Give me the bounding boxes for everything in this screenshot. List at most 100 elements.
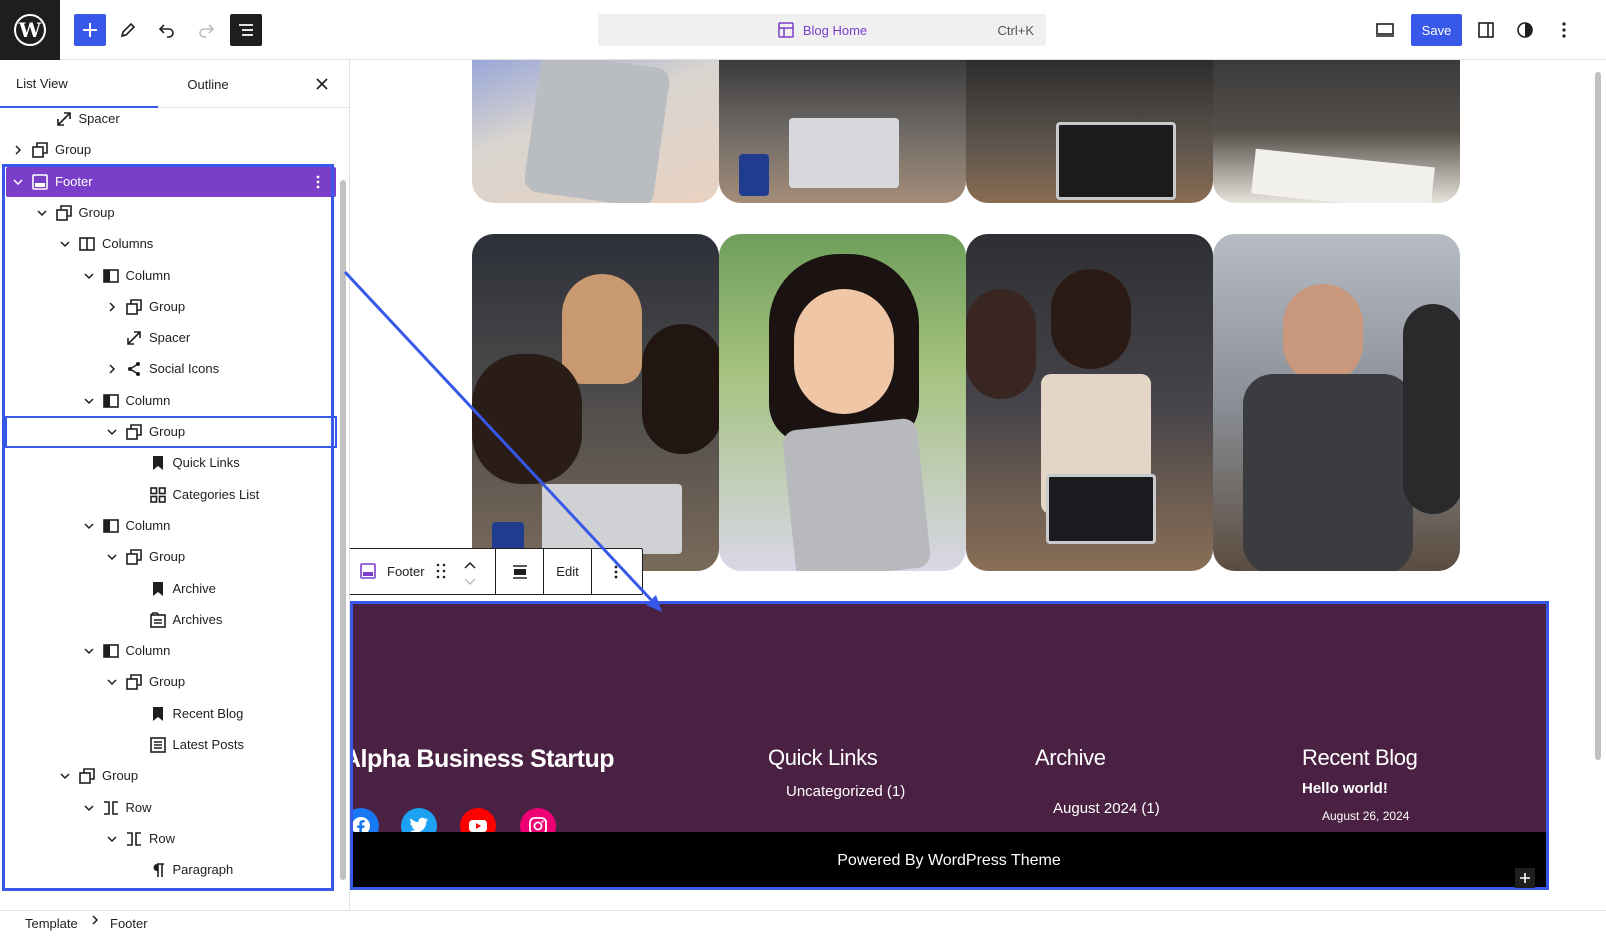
- list-view-item[interactable]: Group: [6, 135, 336, 165]
- close-panel-button[interactable]: [310, 72, 334, 96]
- gallery-image[interactable]: [966, 234, 1213, 571]
- list-view-item[interactable]: Categories List: [6, 480, 336, 510]
- align-button[interactable]: [496, 549, 544, 594]
- list-view-item[interactable]: Group: [6, 292, 336, 322]
- template-part-icon[interactable]: [359, 562, 377, 585]
- chevron-down-icon[interactable]: [106, 426, 118, 438]
- archive-link[interactable]: August 2024 (1): [1053, 800, 1160, 817]
- settings-sidebar-button[interactable]: [1470, 14, 1502, 46]
- recent-post-link[interactable]: Hello world!: [1302, 780, 1388, 797]
- list-view-item[interactable]: Column: [6, 511, 336, 541]
- list-view-item[interactable]: Recent Blog: [6, 699, 336, 729]
- block-options-button[interactable]: [592, 549, 640, 594]
- recent-blog-heading[interactable]: Recent Blog: [1302, 745, 1418, 771]
- list-view-item[interactable]: Archives: [6, 605, 336, 635]
- chevron-down-icon[interactable]: [12, 176, 24, 188]
- gallery-image[interactable]: [472, 60, 719, 203]
- gallery-image[interactable]: [966, 60, 1213, 203]
- list-view-item[interactable]: Group: [6, 542, 336, 572]
- gallery-image[interactable]: [472, 234, 719, 571]
- panel-scrollbar-thumb[interactable]: [340, 180, 346, 880]
- list-view-item[interactable]: Latest Posts: [6, 730, 336, 760]
- list-view-item-label: Group: [149, 549, 186, 565]
- list-view-item[interactable]: Group: [6, 761, 336, 791]
- drag-handle-icon[interactable]: [436, 563, 446, 584]
- chevron-right-icon[interactable]: [106, 363, 118, 375]
- list-view-item[interactable]: Column: [6, 386, 336, 416]
- footer-bottom-bar[interactable]: Powered By WordPress Theme: [350, 832, 1548, 889]
- device-preview-toggle[interactable]: [1369, 14, 1401, 46]
- list-view-item[interactable]: Spacer: [6, 323, 336, 353]
- tab-list-view[interactable]: List View: [0, 60, 158, 108]
- document-overview-button[interactable]: [230, 14, 262, 46]
- gallery-image[interactable]: [719, 234, 966, 571]
- list-view-item[interactable]: Social Icons: [6, 354, 336, 384]
- save-button[interactable]: Save: [1411, 14, 1462, 46]
- panel-scrollbar[interactable]: [339, 108, 347, 908]
- powered-by-text[interactable]: Powered By WordPress Theme: [837, 852, 1061, 870]
- undo-icon: [158, 24, 174, 38]
- chevron-down-icon[interactable]: [83, 520, 95, 532]
- list-view-item[interactable]: Columns: [6, 229, 336, 259]
- gallery-image[interactable]: [719, 60, 966, 203]
- list-view-item[interactable]: Group: [6, 667, 336, 697]
- person-shape: [642, 324, 719, 454]
- breadcrumb-footer[interactable]: Footer: [110, 916, 148, 931]
- chevron-down-icon[interactable]: [83, 645, 95, 657]
- command-palette-bar[interactable]: Blog Home Ctrl+K: [598, 14, 1046, 46]
- list-view-item[interactable]: Footer: [6, 166, 336, 197]
- chevron-down-icon[interactable]: [83, 395, 95, 407]
- tools-button[interactable]: [112, 14, 144, 46]
- plus-icon: [83, 23, 97, 37]
- move-up-icon[interactable]: [464, 557, 476, 575]
- site-title[interactable]: Alpha Business Startup: [350, 745, 615, 774]
- list-view-item[interactable]: Group: [6, 198, 336, 228]
- chevron-right-icon[interactable]: [106, 301, 118, 313]
- list-view-item[interactable]: Column: [6, 636, 336, 666]
- list-view-item[interactable]: Group: [5, 416, 337, 448]
- chevron-down-icon[interactable]: [83, 802, 95, 814]
- chevron-down-icon[interactable]: [83, 270, 95, 282]
- add-block-button[interactable]: [1515, 868, 1535, 888]
- list-view-item[interactable]: Archive: [6, 574, 336, 604]
- chevron-down-icon[interactable]: [106, 833, 118, 845]
- chevron-down-icon[interactable]: [59, 770, 71, 782]
- tab-outline[interactable]: Outline: [158, 60, 258, 108]
- canvas-scrollbar[interactable]: [1590, 60, 1606, 910]
- block-toolbar-name[interactable]: Footer: [387, 564, 425, 579]
- align-full-icon: [512, 564, 527, 579]
- list-view-item[interactable]: Row: [6, 824, 336, 854]
- block-inserter-button[interactable]: [74, 14, 106, 46]
- laptop-shape: [789, 118, 899, 188]
- breadcrumb-template[interactable]: Template: [25, 916, 78, 931]
- options-button[interactable]: [1548, 14, 1580, 46]
- archive-heading[interactable]: Archive: [1035, 745, 1106, 771]
- chevron-down-icon[interactable]: [36, 207, 48, 219]
- chevron-down-icon[interactable]: [106, 676, 118, 688]
- bookmark-icon: [148, 579, 168, 599]
- chevron-down-icon[interactable]: [59, 238, 71, 250]
- list-view-item[interactable]: Spacer: [6, 108, 336, 134]
- chevron-right-icon[interactable]: [12, 144, 24, 156]
- edit-button[interactable]: Edit: [544, 549, 592, 594]
- columns-icon: [77, 234, 97, 254]
- category-link[interactable]: Uncategorized (1): [786, 783, 905, 800]
- list-view-item[interactable]: Quick Links: [6, 448, 336, 478]
- list-view-item[interactable]: Row: [6, 793, 336, 823]
- gallery-image[interactable]: [1213, 234, 1460, 571]
- move-down-icon[interactable]: [464, 574, 476, 592]
- styles-button[interactable]: [1509, 14, 1541, 46]
- redo-button[interactable]: [190, 14, 222, 46]
- chevron-down-icon[interactable]: [106, 551, 118, 563]
- list-view-item-label: Row: [125, 799, 152, 815]
- wordpress-logo-button[interactable]: W: [0, 0, 60, 60]
- gallery-image[interactable]: [1213, 60, 1460, 203]
- more-vertical-icon: [1562, 22, 1566, 38]
- list-view-item[interactable]: Column: [6, 261, 336, 291]
- more-vertical-icon[interactable]: [310, 174, 326, 190]
- quick-links-heading[interactable]: Quick Links: [768, 745, 878, 771]
- list-view-icon: [239, 24, 253, 36]
- canvas-scrollbar-thumb[interactable]: [1595, 72, 1601, 760]
- undo-button[interactable]: [151, 14, 183, 46]
- list-view-item[interactable]: Paragraph: [6, 855, 336, 885]
